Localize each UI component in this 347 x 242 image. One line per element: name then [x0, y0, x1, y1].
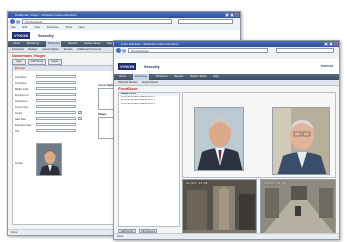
- portrait-man-1: [195, 108, 243, 170]
- title-field[interactable]: [36, 129, 76, 132]
- front-maximize-button[interactable]: [329, 42, 333, 46]
- back-tab-personnel[interactable]: Personnel: [12, 47, 24, 52]
- field-label-title: Title: [15, 130, 20, 133]
- front-nav-back-icon[interactable]: [116, 48, 121, 53]
- back-tab-access-rights[interactable]: Access Rights: [42, 47, 58, 52]
- field-label-start-date: Start Date: [15, 118, 26, 121]
- front-close-button[interactable]: [334, 42, 338, 46]
- portrait-image: [37, 144, 61, 175]
- tenant-field[interactable]: [36, 111, 76, 114]
- close-button[interactable]: [235, 13, 239, 17]
- badges-label: Badges: [98, 113, 107, 116]
- calendar-button[interactable]: [78, 117, 82, 120]
- camera-1-timestamp: 13 Oct 11:56: [186, 182, 208, 185]
- front-search-box[interactable]: [276, 48, 334, 53]
- employee-id-field[interactable]: [36, 93, 76, 96]
- field-label-last-name: Last Name: [15, 76, 27, 79]
- front-vykon-logo: VYKON: [118, 63, 137, 70]
- menu-tools[interactable]: Tools: [65, 25, 72, 29]
- minimize-button[interactable]: [225, 13, 229, 17]
- badge-events-panel: Badge Events 11:52 AM Access Granted Doo…: [118, 92, 180, 227]
- back-address-bar[interactable]: http://localhost/: [22, 19, 172, 24]
- front-window-title: Front Entrance - Windows Internet Explor…: [121, 42, 179, 46]
- back-search-box[interactable]: [178, 19, 233, 24]
- front-address-bar[interactable]: http://localhost/: [128, 48, 268, 53]
- expiration-date-field[interactable]: [36, 123, 76, 126]
- field-label-middle: Middle Initial: [15, 88, 29, 91]
- portrait-man-2: [273, 108, 329, 174]
- menu-edit[interactable]: Edit: [22, 25, 27, 29]
- menu-help[interactable]: Help: [79, 25, 85, 29]
- tridium-logo: TRIDIUM: [320, 64, 334, 68]
- field-label-employee-id: Employee Id: [15, 94, 29, 97]
- department-field[interactable]: [36, 99, 76, 102]
- menu-view[interactable]: View: [34, 25, 40, 29]
- camera-2-timestamp: 13 Oct 11:56: [264, 182, 286, 185]
- camera-feed-2[interactable]: 13 Oct 11:56: [260, 179, 336, 236]
- front-browser-window: Front Entrance - Windows Internet Explor…: [113, 40, 340, 240]
- person-section-title: Person: [13, 66, 124, 71]
- start-date-field[interactable]: [36, 117, 76, 120]
- back-tab-badges[interactable]: Badges: [29, 47, 38, 52]
- front-brand-bar: VYKON Security TRIDIUM: [114, 59, 339, 75]
- list-item[interactable]: 11:51 AM Access Granted Door 2: [119, 103, 179, 106]
- first-name-field[interactable]: [36, 81, 76, 84]
- field-label-department: Department: [15, 100, 28, 103]
- photo-id-portrait-1: [194, 107, 244, 171]
- person-type-field[interactable]: [36, 105, 76, 108]
- portrait-photo: [36, 143, 62, 176]
- middle-initial-field[interactable]: [36, 87, 76, 90]
- back-tab-tenants[interactable]: Tenants: [63, 47, 72, 52]
- back-tab-additional[interactable]: Additional Personnel: [77, 47, 101, 52]
- browse-button[interactable]: [78, 111, 82, 114]
- front-tab-event-monitor[interactable]: Event Monitor: [142, 80, 158, 85]
- menu-file[interactable]: File: [11, 25, 16, 29]
- field-label-expiration: Expiration Date: [15, 124, 32, 127]
- field-label-first-name: First Name: [15, 82, 27, 85]
- portrait-label: Portrait: [15, 162, 23, 165]
- field-label-tenant: Tenant: [15, 112, 23, 115]
- camera-feed-1[interactable]: 13 Oct 11:56: [182, 179, 257, 236]
- front-minimize-button[interactable]: [324, 42, 328, 46]
- field-label-person-type: Person Type: [15, 106, 29, 109]
- camera-feed-2-image: [261, 180, 335, 235]
- last-name-field[interactable]: [36, 75, 76, 78]
- photo-id-portrait-2: [272, 107, 330, 175]
- maximize-button[interactable]: [230, 13, 234, 17]
- menu-favorites[interactable]: Favorites: [47, 25, 59, 29]
- access-rights-label: Access Rights: [98, 84, 115, 87]
- back-nav-forward-icon[interactable]: [16, 20, 20, 24]
- front-sub-nav: Photo ID Monitor Event Monitor: [114, 80, 339, 86]
- front-status-bar: Done: [114, 233, 339, 239]
- back-window-title: Doberman, Roger - Windows Internet Explo…: [15, 13, 77, 17]
- back-vykon-logo: VYKON: [12, 32, 31, 39]
- front-nav-forward-icon[interactable]: [122, 49, 126, 53]
- camera-feed-1-image: [183, 180, 256, 235]
- person-page-title: Doberman, Roger: [12, 53, 46, 58]
- front-product-name: Security: [144, 64, 160, 69]
- back-nav-back-icon[interactable]: [10, 19, 15, 24]
- front-tab-photo-id[interactable]: Photo ID Monitor: [118, 80, 137, 85]
- back-product-name: Security: [38, 33, 54, 38]
- front-view-title: FrontDoor: [118, 86, 138, 91]
